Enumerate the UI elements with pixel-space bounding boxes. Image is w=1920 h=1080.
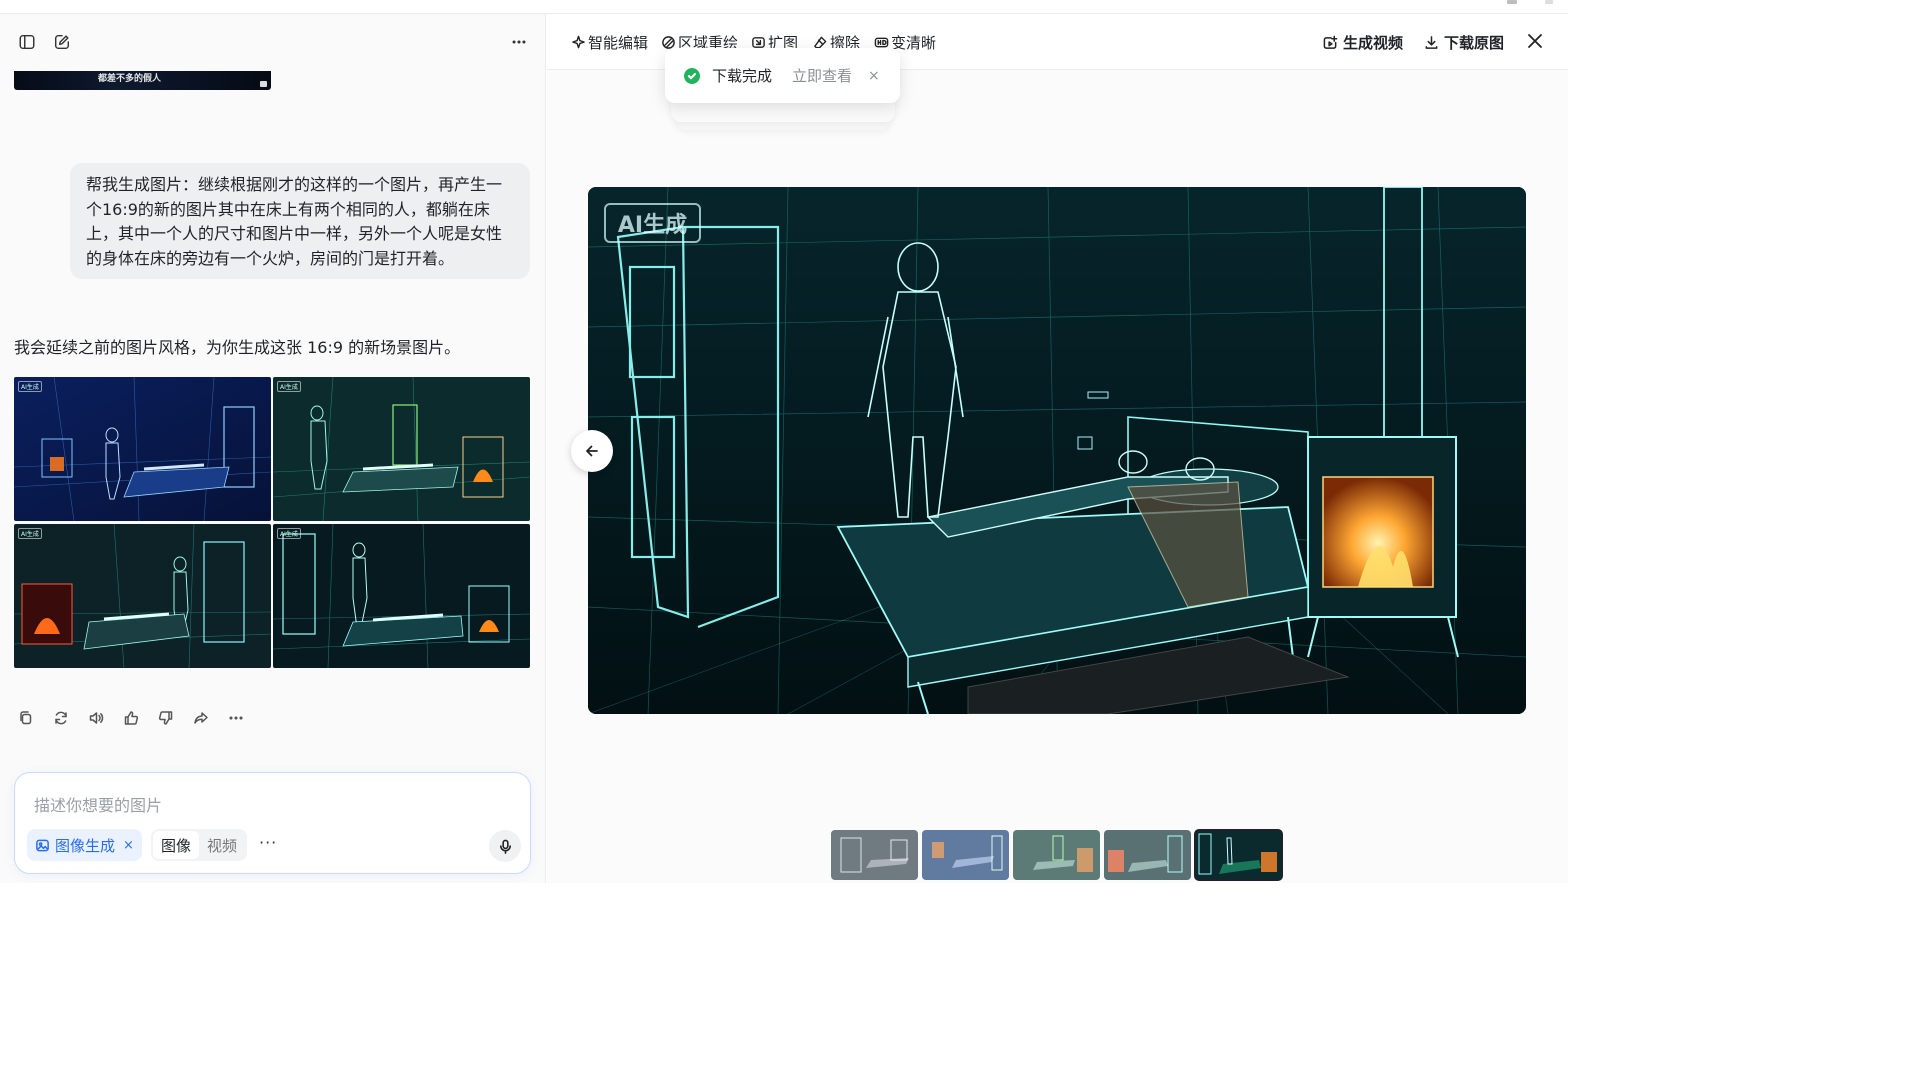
chip-label: 图像生成 [55, 836, 116, 855]
window-min-mark[interactable] [1507, 0, 1517, 4]
image-watermark: AI生成 [18, 528, 42, 539]
previous-image-thumbnail[interactable]: 都差不多的假人 [14, 71, 271, 90]
user-message-bubble: 帮我生成图片：继续根据刚才的这样的一个图片，再产生一个16:9的新的图片其中在床… [70, 163, 530, 279]
thumbs-down-icon[interactable] [154, 707, 178, 729]
speaker-icon[interactable] [84, 707, 108, 729]
prompt-input[interactable]: 描述你想要的图片 [34, 792, 162, 816]
chat-panel: 都差不多的假人 帮我生成图片：继续根据刚才的这样的一个图片，再产生一个16:9的… [0, 14, 546, 883]
video-add-icon [1323, 35, 1338, 49]
share-icon[interactable] [189, 707, 213, 729]
generated-image-grid: AI生成 AI生成 AI生成 AI生成 [14, 377, 530, 669]
mode-segmented-control: 图像 视频 [151, 829, 247, 861]
image-watermark: AI生成 [18, 381, 42, 392]
generated-image-2[interactable]: AI生成 [273, 377, 530, 521]
image-generation-chip[interactable]: 图像生成 × [27, 829, 142, 861]
download-original-button[interactable]: 下载原图 [1424, 32, 1504, 52]
microphone-button[interactable] [489, 830, 521, 862]
download-icon [1425, 35, 1438, 49]
thumbnail-2[interactable] [922, 830, 1009, 880]
generated-image-4[interactable]: AI生成 [273, 524, 530, 668]
message-actions [14, 707, 248, 729]
main-image: AI生成 [588, 187, 1526, 714]
thumbnail-1[interactable] [831, 830, 918, 880]
toast-view-link[interactable]: 立即查看 [792, 65, 852, 86]
image-icon [36, 839, 49, 851]
smart-edit-button[interactable]: 智能编辑 [571, 32, 648, 52]
assistant-message: 我会延续之前的图片风格，为你生成这张 16:9 的新场景图片。 [14, 338, 461, 357]
image-watermark: AI生成 [277, 381, 301, 392]
prev-thumb-badge [260, 81, 267, 87]
download-original-label: 下载原图 [1444, 33, 1505, 52]
thumbnail-5-selected[interactable] [1194, 829, 1283, 881]
prompt-composer: 描述你想要的图片 图像生成 × 图像 视频 ··· [14, 772, 531, 874]
thumbnail-strip [831, 829, 1283, 881]
download-complete-toast: 下载完成 立即查看 × [665, 48, 900, 103]
sidebar-toggle-icon[interactable] [14, 29, 40, 55]
more-icon[interactable] [224, 707, 248, 729]
generated-image-3[interactable]: AI生成 [14, 524, 271, 668]
microphone-icon [499, 839, 511, 854]
previous-image-button[interactable] [571, 430, 613, 472]
arrow-left-icon [586, 445, 598, 457]
chip-close-icon[interactable]: × [123, 838, 134, 853]
toast-message: 下载完成 [712, 67, 773, 85]
image-viewer-panel: 智能编辑 区域重绘 扩图 擦除 变清晰 生成视频 下载原图 下载完成 立即查看 … [547, 14, 1568, 883]
window-max-mark[interactable] [1545, 0, 1553, 4]
top-window-strip [0, 0, 1568, 14]
close-viewer-icon[interactable] [1526, 32, 1548, 54]
sparkle-icon [572, 35, 585, 48]
toast-close-icon[interactable]: × [868, 68, 880, 84]
success-check-icon [684, 67, 700, 84]
mode-image[interactable]: 图像 [153, 831, 199, 859]
generate-video-button[interactable]: 生成视频 [1323, 32, 1403, 52]
image-watermark: AI生成 [277, 528, 301, 539]
generated-image-1[interactable]: AI生成 [14, 377, 271, 521]
more-options-icon[interactable] [506, 29, 532, 55]
ai-generated-watermark: AI生成 [604, 203, 701, 243]
mode-video[interactable]: 视频 [199, 831, 245, 859]
copy-icon[interactable] [14, 707, 38, 729]
enhance-label: 变清晰 [891, 33, 937, 52]
prev-thumb-caption: 都差不多的假人 [98, 74, 162, 84]
composer-more-icon[interactable]: ··· [259, 833, 277, 852]
thumbnail-4[interactable] [1104, 830, 1191, 880]
thumbnail-3[interactable] [1013, 830, 1100, 880]
new-chat-icon[interactable] [49, 29, 75, 55]
generate-video-label: 生成视频 [1343, 33, 1404, 52]
smart-edit-label: 智能编辑 [588, 33, 649, 52]
thumbs-up-icon[interactable] [119, 707, 143, 729]
regenerate-icon[interactable] [49, 707, 73, 729]
